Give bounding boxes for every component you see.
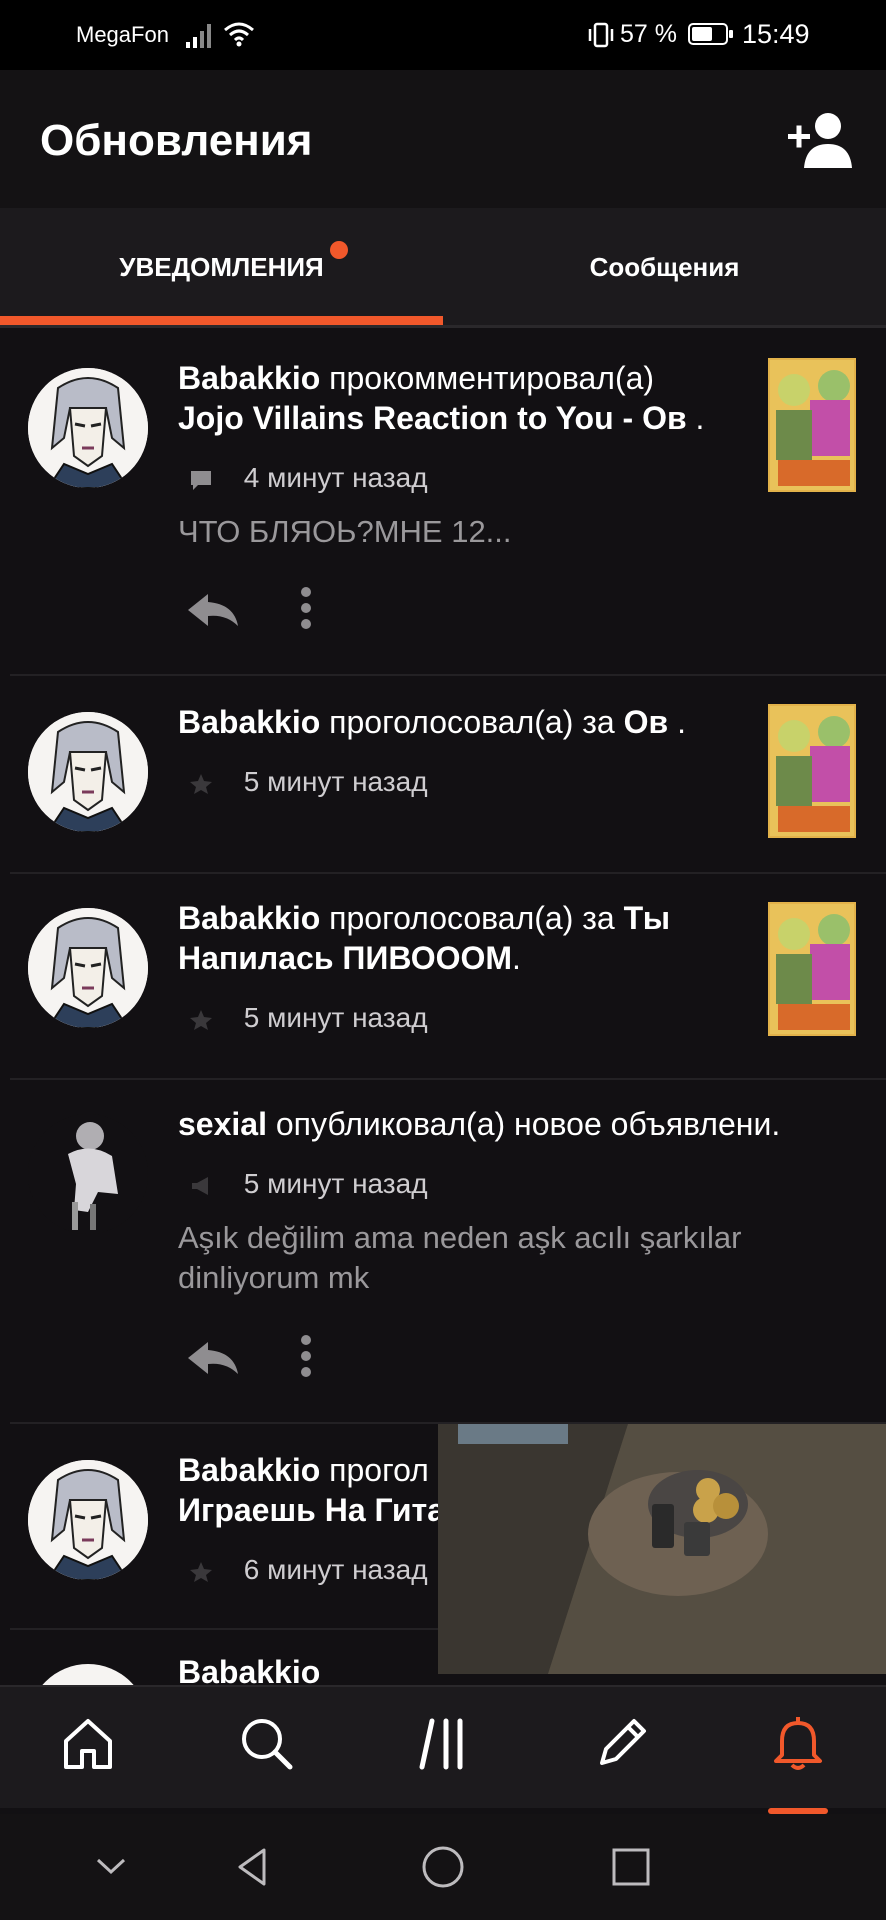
action-text: прогол	[329, 1452, 429, 1488]
list-item[interactable]: Babakkio проголосовал(а) за Ов . 5 минут…	[0, 676, 886, 872]
more-options-icon[interactable]	[296, 1334, 316, 1378]
list-item[interactable]: Babakkio проголосовал(а) за Ты Напилась …	[0, 874, 886, 1078]
battery-percent: 57 %	[620, 20, 677, 48]
username[interactable]: Babakkio	[178, 1654, 320, 1685]
title-suffix: .	[677, 704, 686, 740]
username[interactable]: Babakkio	[178, 704, 320, 740]
action-text: проголосовал(а) за	[329, 900, 615, 936]
story-cover-image	[770, 360, 854, 490]
status-bar: MegaFon 57 % 15:49	[0, 0, 886, 70]
carrier-label: MegaFon	[76, 22, 169, 47]
username[interactable]: sexial	[178, 1106, 267, 1142]
picture-in-picture-video[interactable]	[438, 1424, 886, 1674]
system-navigation-bar	[0, 1814, 886, 1920]
avatar[interactable]	[28, 368, 148, 488]
reply-icon[interactable]	[184, 1338, 242, 1378]
avatar[interactable]	[28, 1664, 148, 1685]
clock: 15:49	[742, 19, 810, 49]
megaphone-icon	[192, 1176, 208, 1195]
story-title[interactable]: Ов	[624, 704, 669, 740]
notification-meta: 6 минут назад	[188, 1554, 428, 1586]
signal-icon	[186, 24, 211, 48]
video-frame	[438, 1424, 886, 1674]
star-icon	[190, 1009, 212, 1030]
back-icon[interactable]	[230, 1844, 276, 1890]
timestamp: 6 минут назад	[243, 1554, 428, 1585]
page-title: Обновления	[40, 116, 313, 165]
story-title[interactable]: Jojo Villains Reaction to You - Ов	[178, 400, 687, 436]
unread-badge	[330, 241, 348, 259]
notification-text: sexial опубликовал(а) новое объявлени.	[178, 1104, 838, 1144]
reply-icon[interactable]	[184, 590, 242, 630]
story-cover-image	[770, 904, 854, 1034]
story-cover[interactable]	[768, 358, 856, 492]
notification-meta: 5 минут назад	[188, 1168, 428, 1200]
username[interactable]: Babakkio	[178, 900, 320, 936]
home-icon[interactable]	[58, 1713, 118, 1773]
story-cover[interactable]	[768, 902, 856, 1036]
notification-text: Babakkio прокомментировал(а) Jojo Villai…	[178, 358, 738, 438]
list-item[interactable]: sexial опубликовал(а) новое объявлени. 5…	[0, 1080, 886, 1426]
notification-meta: 5 минут назад	[188, 1002, 428, 1034]
notification-text: Babakkio проголосовал(а) за Ты Напилась …	[178, 898, 738, 978]
story-cover-image	[770, 706, 854, 836]
timestamp: 5 минут назад	[243, 1002, 428, 1033]
avatar[interactable]	[28, 1114, 148, 1234]
battery-icon	[688, 23, 733, 45]
announcement-snippet: Aşık değilim ama neden aşk acılı şarkıla…	[178, 1220, 742, 1295]
bottom-navigation	[0, 1685, 886, 1808]
title-suffix: .	[512, 940, 521, 976]
avatar-image	[28, 1460, 148, 1580]
story-cover[interactable]	[768, 704, 856, 838]
more-options-icon[interactable]	[296, 586, 316, 630]
add-user-icon[interactable]	[786, 110, 856, 170]
notification-meta: 5 минут назад	[188, 766, 428, 798]
timestamp: 5 минут назад	[243, 1168, 428, 1199]
action-text: прокомментировал(а)	[329, 360, 655, 396]
star-icon	[190, 1561, 212, 1582]
story-title[interactable]: Играешь На Гита	[178, 1492, 445, 1528]
username[interactable]: Babakkio	[178, 360, 320, 396]
tab-notifications[interactable]: УВЕДОМЛЕНИЯ	[0, 208, 443, 328]
wifi-icon	[224, 22, 254, 47]
action-text: проголосовал(а) за	[329, 704, 615, 740]
action-text: опубликовал(а) новое объявлени.	[275, 1106, 781, 1142]
title-suffix: .	[695, 400, 705, 436]
bell-icon[interactable]	[768, 1713, 828, 1773]
username[interactable]: Babakkio	[178, 1452, 320, 1488]
avatar[interactable]	[28, 712, 148, 832]
comment-snippet: ЧТО БЛЯОЬ?МНЕ 12...	[178, 514, 512, 549]
tab-bar: УВЕДОМЛЕНИЯ Сообщения	[0, 208, 886, 328]
notification-meta: 4 минут назад	[188, 462, 428, 494]
avatar-image	[28, 1114, 148, 1234]
timestamp: 4 минут назад	[243, 462, 428, 493]
vibrate-icon	[588, 22, 614, 48]
avatar-image	[28, 712, 148, 832]
notification-text: Babakkio проголосовал(а) за Ов .	[178, 702, 738, 742]
search-icon[interactable]	[236, 1713, 296, 1773]
write-icon[interactable]	[592, 1713, 652, 1773]
library-icon[interactable]	[414, 1713, 474, 1773]
tab-notifications-label: УВЕДОМЛЕНИЯ	[119, 252, 324, 282]
avatar-image	[28, 368, 148, 488]
app-header: Обновления	[0, 70, 886, 208]
home-circle-icon[interactable]	[420, 1844, 466, 1890]
avatar[interactable]	[28, 1460, 148, 1580]
tab-active-indicator	[0, 316, 443, 325]
star-icon	[190, 773, 212, 794]
chevron-down-icon[interactable]	[88, 1844, 134, 1890]
avatar[interactable]	[28, 908, 148, 1028]
avatar-image	[28, 908, 148, 1028]
timestamp: 5 минут назад	[243, 766, 428, 797]
tab-messages[interactable]: Сообщения	[443, 208, 886, 328]
recents-icon[interactable]	[608, 1844, 654, 1890]
comment-icon	[191, 470, 211, 490]
list-item[interactable]: Babakkio прокомментировал(а) Jojo Villai…	[0, 328, 886, 674]
tab-messages-label: Сообщения	[589, 252, 740, 282]
